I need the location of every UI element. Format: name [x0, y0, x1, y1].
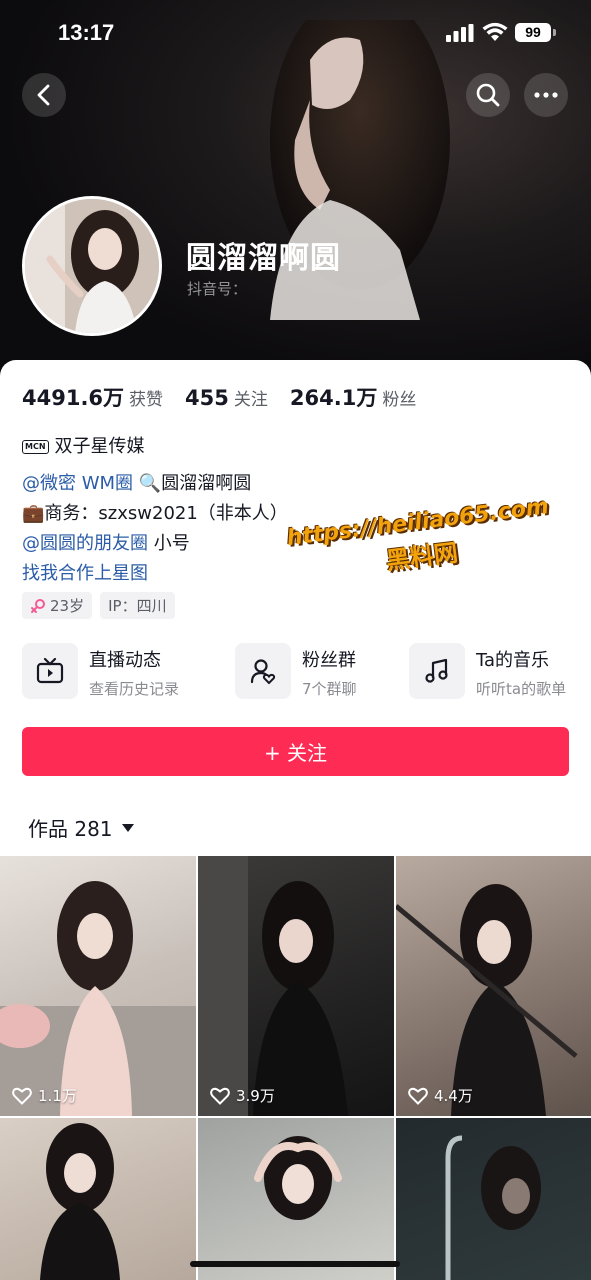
cellular-signal-icon [446, 24, 474, 42]
more-dots-icon [534, 92, 558, 98]
video-thumbnail[interactable]: 1.1万 [0, 856, 196, 1116]
video-thumbnail-image [0, 881, 196, 1116]
fan-group-card-subtitle: 7个群聊 [302, 680, 357, 698]
video-like-count: 4.4万 [408, 1085, 473, 1106]
profile-stats: 4491.6万 获赞 455 关注 264.1万 粉丝 [22, 382, 438, 412]
status-time: 13:17 [58, 20, 115, 45]
back-button[interactable] [22, 73, 66, 117]
music-icon-box [409, 643, 465, 699]
live-card-title: 直播动态 [89, 650, 161, 671]
followers-label[interactable]: 粉丝 [382, 385, 416, 410]
bio-text-small-account: 小号 [148, 533, 190, 554]
heart-outline-icon [408, 1087, 428, 1105]
video-thumbnail[interactable]: 3.9万 [198, 856, 394, 1116]
profile-nickname: 圆溜溜啊圆 [186, 241, 341, 276]
female-symbol-icon [31, 598, 45, 613]
avatar-photo [25, 199, 159, 333]
profile-tags: 23岁 IP：四川 [22, 592, 183, 619]
ip-location-tag: IP：四川 [100, 592, 175, 619]
mcn-name: 双子星传媒 [54, 436, 145, 457]
fan-group-icon [250, 659, 276, 685]
music-card-title: Ta的音乐 [476, 650, 550, 671]
bio-text: 🔍圆溜溜啊圆 [138, 473, 252, 494]
bio-mention-link[interactable]: @微密 WM圈 [22, 473, 133, 494]
bio-line-2: 💼商务：szxsw2021（非本人） [22, 499, 288, 525]
video-thumbnail[interactable] [396, 1118, 591, 1280]
following-label[interactable]: 关注 [234, 385, 268, 410]
age-tag: 23岁 [22, 592, 93, 619]
bio-friend-link[interactable]: @圆圆的朋友圈 [22, 533, 148, 554]
search-icon [476, 83, 500, 107]
bio-line-1: @微密 WM圈 🔍圆溜溜啊圆 [22, 469, 251, 495]
wifi-icon [482, 22, 508, 41]
likes-count[interactable]: 4491.6万 [22, 382, 124, 412]
video-thumbnail[interactable] [198, 1118, 394, 1280]
live-icon-box [22, 643, 78, 699]
heart-outline-icon [12, 1087, 32, 1105]
avatar[interactable] [22, 196, 162, 336]
heart-outline-icon [210, 1087, 230, 1105]
following-count[interactable]: 455 [185, 386, 229, 410]
bio-line-3: @圆圆的朋友圈 小号 [22, 529, 190, 555]
video-thumbnail[interactable] [0, 1118, 196, 1280]
music-card-subtitle: 听听ta的歌单 [476, 680, 567, 698]
video-like-count: 1.1万 [12, 1085, 77, 1106]
search-button[interactable] [466, 73, 510, 117]
bio-business-text: 💼商务：szxsw2021（非本人） [22, 503, 288, 524]
music-note-icon [425, 658, 448, 683]
age-text: 23岁 [50, 597, 85, 615]
works-tab[interactable]: 作品 281 [28, 813, 135, 842]
mcn-row[interactable]: MCN 双子星传媒 [22, 432, 145, 458]
fan-group-icon-box [235, 643, 291, 699]
fan-group-card-title: 粉丝群 [302, 650, 356, 671]
ip-location-text: IP：四川 [108, 597, 167, 615]
chevron-left-icon [37, 84, 50, 106]
video-thumbnail-image [445, 1135, 541, 1280]
home-indicator[interactable] [190, 1261, 400, 1267]
more-options-button[interactable] [524, 73, 568, 117]
video-thumbnail[interactable]: 4.4万 [396, 856, 591, 1116]
battery-tip [553, 29, 556, 36]
video-like-text: 3.9万 [236, 1087, 275, 1105]
followers-count[interactable]: 264.1万 [290, 382, 377, 412]
status-bar: 13:17 99 [0, 0, 591, 66]
video-thumbnail-image [254, 1136, 342, 1220]
caret-down-icon [121, 823, 134, 832]
video-thumbnail-image [40, 1123, 120, 1280]
works-tab-label: 作品 281 [28, 817, 113, 841]
feature-cards: 直播动态 查看历史记录 粉丝群 7个群聊 Ta的音乐 听听ta的歌单 [22, 643, 582, 701]
douyin-id-label[interactable]: 抖音号： [187, 278, 247, 299]
video-like-text: 1.1万 [38, 1087, 77, 1105]
live-card-subtitle: 查看历史记录 [89, 680, 180, 698]
follow-button[interactable]: + 关注 [22, 727, 569, 776]
mcn-badge: MCN [22, 440, 49, 454]
video-like-count: 3.9万 [210, 1085, 275, 1106]
likes-label[interactable]: 获赞 [129, 385, 163, 410]
tv-icon [36, 658, 64, 684]
xingtu-cooperation-link[interactable]: 找我合作上星图 [22, 559, 148, 585]
video-like-text: 4.4万 [434, 1087, 473, 1105]
battery-indicator: 99 [515, 23, 551, 42]
video-thumbnail-image [198, 856, 348, 1116]
video-thumbnail-image [396, 884, 578, 1116]
